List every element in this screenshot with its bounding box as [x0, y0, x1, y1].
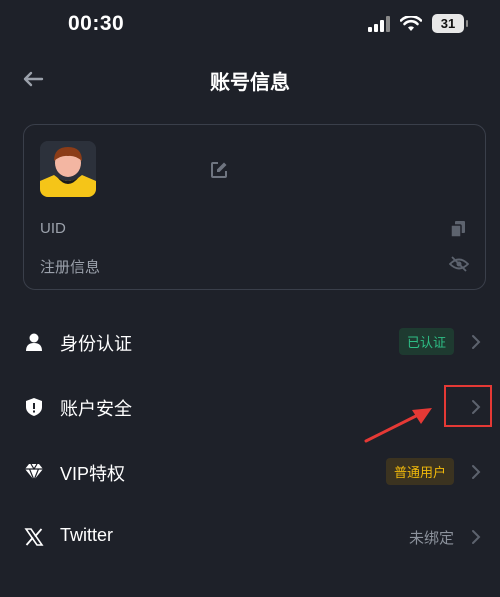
twitter-status: 未绑定 — [408, 530, 454, 547]
menu-item-twitter[interactable]: Twitter 未绑定 — [0, 511, 500, 563]
registration-info-label: 注册信息 — [40, 259, 101, 276]
membership-badge: 普通用户 — [385, 458, 454, 485]
vip-label: VIP特权 — [60, 464, 126, 484]
shield-icon — [26, 398, 42, 416]
edit-icon[interactable] — [210, 161, 228, 179]
menu-item-identity[interactable]: 身份认证 已认证 — [0, 316, 500, 368]
chevron-right-icon — [472, 530, 481, 544]
avatar-icon[interactable] — [40, 141, 96, 197]
wifi-icon — [400, 15, 422, 31]
identity-label: 身份认证 — [60, 334, 132, 354]
status-time: 00:30 — [68, 12, 125, 35]
annotation-highlight-box — [444, 385, 492, 427]
security-label: 账户安全 — [60, 399, 132, 419]
copy-icon[interactable] — [451, 221, 465, 237]
profile-card: UID 注册信息 — [23, 124, 486, 290]
diamond-icon — [25, 463, 43, 482]
nav-bar: 账号信息 — [0, 52, 500, 108]
status-icons: 31 — [368, 14, 468, 33]
uid-label: UID — [40, 220, 66, 237]
chevron-right-icon — [472, 335, 481, 349]
verified-badge: 已认证 — [398, 328, 454, 355]
battery-level: 31 — [440, 16, 456, 31]
x-logo-icon — [24, 528, 44, 546]
annotation-arrow — [364, 408, 432, 443]
status-bar: 00:30 31 — [0, 0, 500, 52]
eye-hidden-icon[interactable] — [449, 255, 469, 273]
battery-icon: 31 — [432, 14, 468, 33]
user-icon — [26, 333, 42, 351]
twitter-label: Twitter — [60, 525, 114, 545]
chevron-right-icon — [472, 465, 481, 479]
signal-icon — [368, 15, 390, 32]
menu-item-vip[interactable]: VIP特权 普通用户 — [0, 446, 500, 498]
page-title: 账号信息 — [210, 72, 290, 94]
